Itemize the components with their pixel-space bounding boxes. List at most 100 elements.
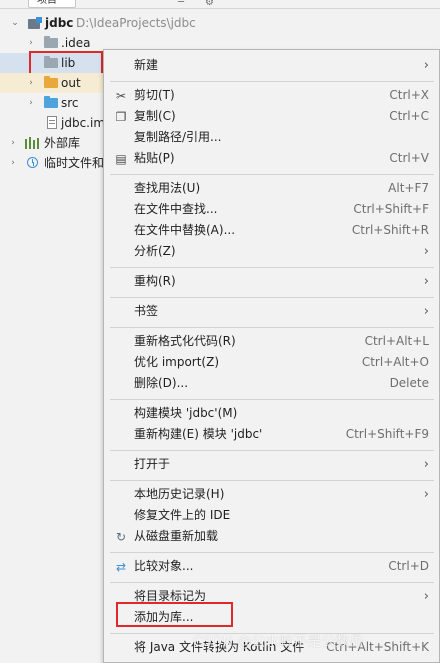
menu-item-copy-path[interactable]: 复制路径/引用... <box>104 127 439 148</box>
chevron-right-icon[interactable]: › <box>8 133 18 153</box>
project-tab-label: 项目 <box>37 0 57 6</box>
project-tab[interactable]: 项目 <box>28 0 76 8</box>
menu-item-local-history[interactable]: 本地历史记录(H) › <box>104 484 439 505</box>
submenu-arrow-icon: › <box>423 244 429 259</box>
menu-shortcut: Ctrl+Alt+O <box>361 355 429 369</box>
module-folder-icon <box>28 17 42 29</box>
menu-item-open-in[interactable]: 打开于 › <box>104 454 439 475</box>
menu-item-copy[interactable]: ❐ 复制(C) Ctrl+C <box>104 106 439 127</box>
menu-item-refactor[interactable]: 重构(R) › <box>104 271 439 292</box>
chevron-right-icon[interactable]: › <box>8 153 18 173</box>
menu-item-bookmarks[interactable]: 书签 › <box>104 301 439 322</box>
menu-item-paste[interactable]: ▤ 粘贴(P) Ctrl+V <box>104 148 439 169</box>
menu-item-label: 打开于 <box>134 457 171 471</box>
submenu-arrow-icon: › <box>423 274 429 289</box>
file-icon <box>47 116 57 129</box>
menu-item-label: 重新格式化代码(R) <box>134 334 236 348</box>
menu-shortcut: Ctrl+Shift+R <box>351 223 429 237</box>
menu-item-label: 重构(R) <box>134 274 176 288</box>
menu-separator <box>110 552 434 553</box>
menu-separator <box>110 81 434 82</box>
menu-item-label: 书签 <box>134 304 159 318</box>
menu-item-label: 构建模块 'jdbc'(M) <box>134 406 238 420</box>
chevron-down-icon[interactable]: ⌄ <box>10 13 20 33</box>
folder-icon <box>44 36 58 48</box>
menu-separator <box>110 297 434 298</box>
folder-icon <box>44 76 58 88</box>
menu-item-label: 新建 <box>134 58 159 72</box>
menu-item-find-usages[interactable]: 查找用法(U) Alt+F7 <box>104 178 439 199</box>
menu-shortcut: Ctrl+X <box>389 88 429 102</box>
menu-separator <box>110 267 434 268</box>
reload-icon: ↻ <box>115 530 127 544</box>
menu-separator <box>110 480 434 481</box>
menu-shortcut: Alt+F7 <box>388 181 429 195</box>
highlight-box-add-as-library <box>116 602 233 627</box>
tree-item-label: .idea <box>61 36 91 50</box>
tree-root-jdbc[interactable]: ⌄ jdbc D:\IdeaProjects\jdbc <box>0 13 440 33</box>
menu-item-label: 删除(D)... <box>134 376 189 390</box>
menu-item-build-module[interactable]: 构建模块 'jdbc'(M) <box>104 403 439 424</box>
menu-item-label: 查找用法(U) <box>134 181 201 195</box>
context-menu: 新建 › ✂ 剪切(T) Ctrl+X ❐ 复制(C) Ctrl+C 复制路径/… <box>103 49 440 663</box>
submenu-arrow-icon: › <box>423 304 429 319</box>
chevron-right-icon[interactable]: › <box>26 73 36 93</box>
menu-item-label: 在文件中替换(A)... <box>134 223 236 237</box>
menu-item-label: 分析(Z) <box>134 244 176 258</box>
menu-item-repair-ide[interactable]: 修复文件上的 IDE <box>104 505 439 526</box>
menu-item-rebuild-module[interactable]: 重新构建(E) 模块 'jdbc' Ctrl+Shift+F9 <box>104 424 439 445</box>
menu-shortcut: Ctrl+D <box>388 559 429 573</box>
tree-item-label: 外部库 <box>44 136 81 150</box>
root-path: D:\IdeaProjects\jdbc <box>76 16 196 30</box>
menu-item-reformat-code[interactable]: 重新格式化代码(R) Ctrl+Alt+L <box>104 331 439 352</box>
watermark: CSDN @公水岭不是公数岳 <box>193 634 364 650</box>
menu-item-delete[interactable]: 删除(D)... Delete <box>104 373 439 394</box>
menu-shortcut: Ctrl+Alt+L <box>364 334 429 348</box>
menu-item-cut[interactable]: ✂ 剪切(T) Ctrl+X <box>104 85 439 106</box>
tool-window-header: 项目 ─ ⚙ <box>0 0 440 9</box>
settings-icon[interactable]: ⚙ <box>205 0 214 8</box>
minimize-icon[interactable]: ─ <box>178 0 184 8</box>
menu-shortcut: Ctrl+C <box>389 109 429 123</box>
tree-item-label: 临时文件和 <box>44 156 105 170</box>
source-folder-icon <box>44 96 58 108</box>
menu-shortcut: Ctrl+V <box>389 151 429 165</box>
menu-item-label: 重新构建(E) 模块 'jdbc' <box>134 427 263 441</box>
menu-item-label: 在文件中查找... <box>134 202 218 216</box>
menu-item-replace-in-files[interactable]: 在文件中替换(A)... Ctrl+Shift+R <box>104 220 439 241</box>
root-name: jdbc <box>45 16 74 30</box>
tree-item-label: src <box>61 96 79 110</box>
submenu-arrow-icon: › <box>423 58 429 73</box>
menu-shortcut: Delete <box>389 376 429 390</box>
copy-icon: ❐ <box>115 110 127 124</box>
chevron-right-icon[interactable]: › <box>26 33 36 53</box>
menu-item-new[interactable]: 新建 › <box>104 55 439 76</box>
library-icon <box>25 137 39 149</box>
submenu-arrow-icon: › <box>423 589 429 604</box>
menu-separator <box>110 174 434 175</box>
menu-item-find-in-files[interactable]: 在文件中查找... Ctrl+Shift+F <box>104 199 439 220</box>
menu-item-label: 从磁盘重新加载 <box>134 529 219 543</box>
tree-item-label: jdbc.im <box>61 116 106 130</box>
menu-item-compare-with[interactable]: ⇄ 比较对象... Ctrl+D <box>104 556 439 577</box>
menu-shortcut: Ctrl+Shift+F <box>353 202 429 216</box>
menu-item-analyze[interactable]: 分析(Z) › <box>104 241 439 262</box>
menu-item-reload-from-disk[interactable]: ↻ 从磁盘重新加载 <box>104 526 439 547</box>
menu-item-label: 复制路径/引用... <box>134 130 222 144</box>
compare-icon: ⇄ <box>115 560 127 574</box>
submenu-arrow-icon: › <box>423 457 429 472</box>
menu-item-label: 修复文件上的 IDE <box>134 508 231 522</box>
menu-item-label: 复制(C) <box>134 109 176 123</box>
menu-item-label: 优化 import(Z) <box>134 355 220 369</box>
menu-item-label: 比较对象... <box>134 559 194 573</box>
scissors-icon: ✂ <box>115 89 127 103</box>
menu-item-label: 剪切(T) <box>134 88 175 102</box>
menu-item-label: 粘贴(P) <box>134 151 175 165</box>
chevron-right-icon[interactable]: › <box>26 93 36 113</box>
scratches-icon <box>27 157 38 168</box>
menu-item-optimize-imports[interactable]: 优化 import(Z) Ctrl+Alt+O <box>104 352 439 373</box>
menu-separator <box>110 399 434 400</box>
menu-item-label: 本地历史记录(H) <box>134 487 225 501</box>
menu-separator <box>110 327 434 328</box>
menu-separator <box>110 450 434 451</box>
